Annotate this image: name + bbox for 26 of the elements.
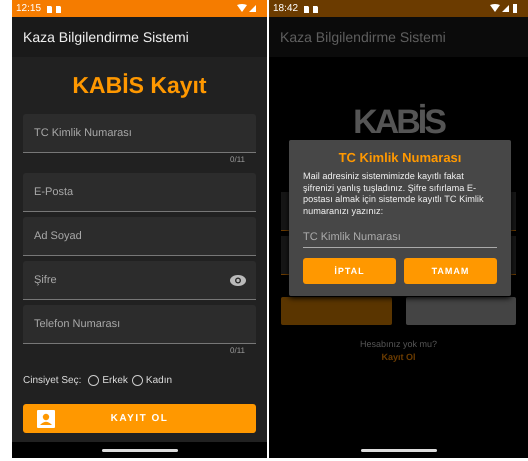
logo: KABİS (352, 103, 446, 142)
page-heading: KABİS Kayıt (71, 72, 208, 99)
status-time: 18:42 (273, 3, 298, 14)
home-indicator[interactable] (360, 448, 436, 452)
dialog-message: Mail adresiniz sistemimizde kayıtlı fakat şifrenizi yanlış tuşladınız. Şifre sıfırlama E-postası almak için sistemde kayıtlı TC Kimlik numaranızı yazınız: (303, 171, 485, 218)
dialog-title: TC Kimlik Numarası (338, 150, 462, 165)
input-field[interactable]: TC Kimlik Numarası (303, 227, 497, 248)
input-field[interactable]: Şifre (23, 261, 256, 300)
home-indicator[interactable] (102, 448, 178, 452)
input-field[interactable]: Ad Soyad (23, 217, 256, 256)
input-field[interactable]: Telefon Numarası (23, 305, 256, 344)
character-counter: 0/11 (230, 346, 245, 355)
radio-button[interactable]: Kadın (132, 375, 172, 386)
app-title: Kaza Bilgilendirme Sistemi (280, 29, 446, 45)
input-field[interactable]: E-Posta (23, 173, 256, 212)
eye-icon[interactable] (230, 274, 246, 286)
character-counter: 0/11 (230, 155, 245, 164)
signup-prompt: Hesabınız yok mu? (358, 339, 438, 349)
signal-icon (237, 4, 257, 13)
input-field[interactable]: TC Kimlik Numarası (23, 114, 256, 153)
status-time: 12:15 (16, 3, 42, 14)
radio-button[interactable]: Erkek (88, 375, 128, 386)
gender-label: Cinsiyet Seç: (23, 375, 82, 386)
app-title: Kaza Bilgilendirme Sistemi (23, 29, 189, 45)
contact-icon (37, 410, 55, 428)
signal-battery-icon (490, 4, 518, 13)
